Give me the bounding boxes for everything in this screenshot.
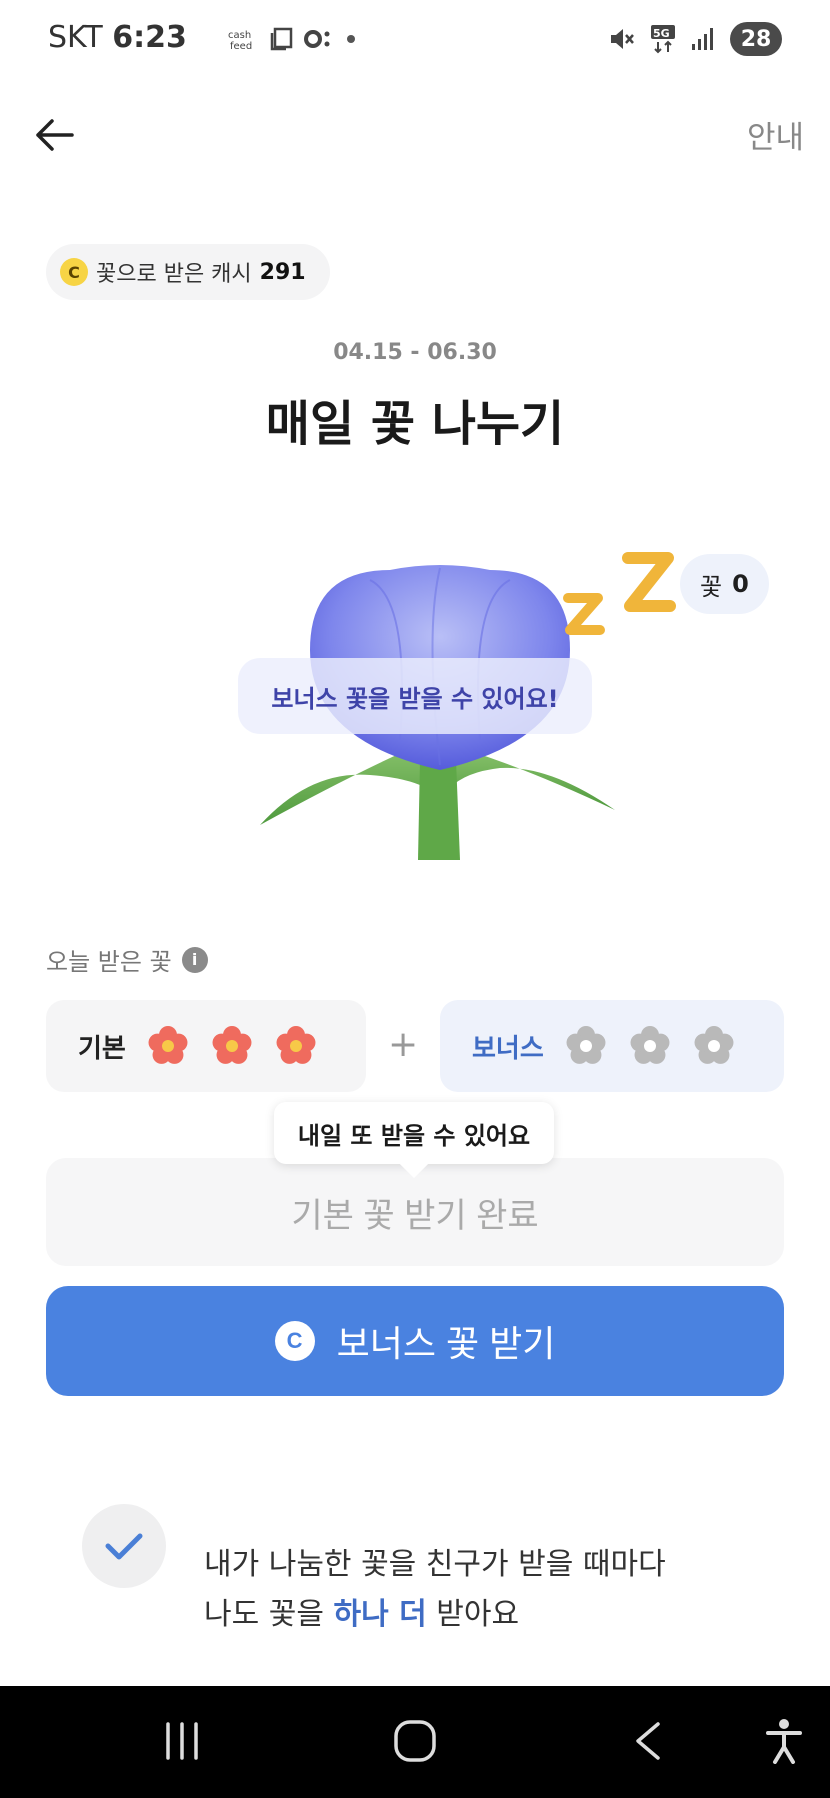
accessibility-icon[interactable]: [764, 1718, 804, 1764]
notice-check-badge: [82, 1504, 166, 1588]
notice-line-2-prefix: 나도 꽃을: [204, 1597, 334, 1632]
cash-earned-label: 꽃으로 받은 캐시: [96, 262, 252, 287]
network-5g-icon: 5G: [651, 25, 675, 54]
cash-earned-pill: C 꽃으로 받은 캐시 291: [46, 244, 330, 300]
app-dots-icon: [304, 30, 330, 48]
status-notification-icons: cash feed: [228, 26, 358, 52]
recent-apps-icon[interactable]: [162, 1718, 202, 1764]
bonus-flower-icons: [564, 1024, 736, 1068]
page-title: 매일 꽃 나누기: [265, 396, 565, 452]
svg-text:feed: feed: [230, 41, 252, 51]
basic-flowers-card: 기본: [46, 1000, 366, 1092]
info-icon[interactable]: i: [181, 946, 208, 973]
svg-text:5G: 5G: [653, 27, 670, 40]
flower-filled-icon: [212, 1026, 252, 1064]
flower-empty-icon: [630, 1026, 670, 1064]
coin-icon: C: [60, 258, 88, 286]
guide-button[interactable]: 안내: [747, 112, 804, 157]
notice-line-2: 나도 꽃을 하나 더 받아요: [204, 1590, 666, 1640]
notice-highlight: 하나 더: [333, 1597, 427, 1632]
checkmark-icon: [105, 1533, 143, 1560]
cashfeed-icon: cashfeed: [228, 30, 252, 51]
share-bonus-notice: 내가 나눔한 꽃을 친구가 받을 때마다 나도 꽃을 하나 더 받아요: [204, 1540, 666, 1640]
coin-icon: C: [274, 1321, 315, 1361]
flower-count-label: 꽃: [700, 572, 723, 601]
flower-empty-icon: [566, 1026, 606, 1064]
back-nav-icon[interactable]: [630, 1718, 666, 1764]
svg-text:cash: cash: [228, 30, 251, 41]
battery-indicator: 28: [730, 22, 782, 56]
clock: 6:23: [112, 20, 187, 55]
bonus-flowers-label: 보너스: [472, 1033, 544, 1064]
bonus-available-bubble: 보너스 꽃을 받을 수 있어요!: [238, 658, 592, 734]
claim-bonus-flower-label: 보너스 꽃 받기: [336, 1323, 556, 1364]
tomorrow-tooltip: 내일 또 받을 수 있어요: [274, 1102, 554, 1164]
signal-icon: [692, 28, 713, 50]
event-date-range: 04.15 - 06.30: [333, 340, 497, 365]
cash-earned-amount: 291: [259, 259, 306, 285]
today-flowers-label: 오늘 받은 꽃: [46, 948, 172, 976]
flower-count-value: 0: [732, 570, 749, 598]
carrier-name: SKT: [48, 20, 103, 55]
plus-sign: +: [388, 1024, 419, 1065]
flower-empty-icon: [694, 1026, 734, 1064]
more-notifications-dot-icon: [347, 35, 355, 43]
basic-flower-icons: [146, 1024, 318, 1068]
bonus-flowers-card: 보너스: [440, 1000, 784, 1092]
arrow-left-icon: [36, 119, 74, 151]
status-system-icons: 5G 28: [608, 22, 782, 56]
flower-filled-icon: [276, 1026, 316, 1064]
status-bar-carrier: SKT 6:23: [48, 20, 187, 55]
sleep-zzz-icon: [563, 552, 676, 635]
notice-line-2-suffix: 받아요: [426, 1597, 520, 1632]
today-flowers-heading: 오늘 받은 꽃 i: [46, 942, 208, 977]
notice-line-1: 내가 나눔한 꽃을 친구가 받을 때마다: [204, 1547, 666, 1582]
basic-flowers-label: 기본: [78, 1033, 126, 1064]
flower-filled-icon: [148, 1026, 188, 1064]
flower-count-pill: 꽃 0: [680, 554, 769, 614]
claim-bonus-flower-button[interactable]: C 보너스 꽃 받기: [46, 1286, 784, 1396]
home-icon[interactable]: [392, 1718, 438, 1764]
copy-icon: [270, 27, 293, 51]
mute-icon: [611, 29, 634, 49]
back-button[interactable]: [30, 110, 80, 160]
system-navigation-bar: [0, 1686, 830, 1798]
